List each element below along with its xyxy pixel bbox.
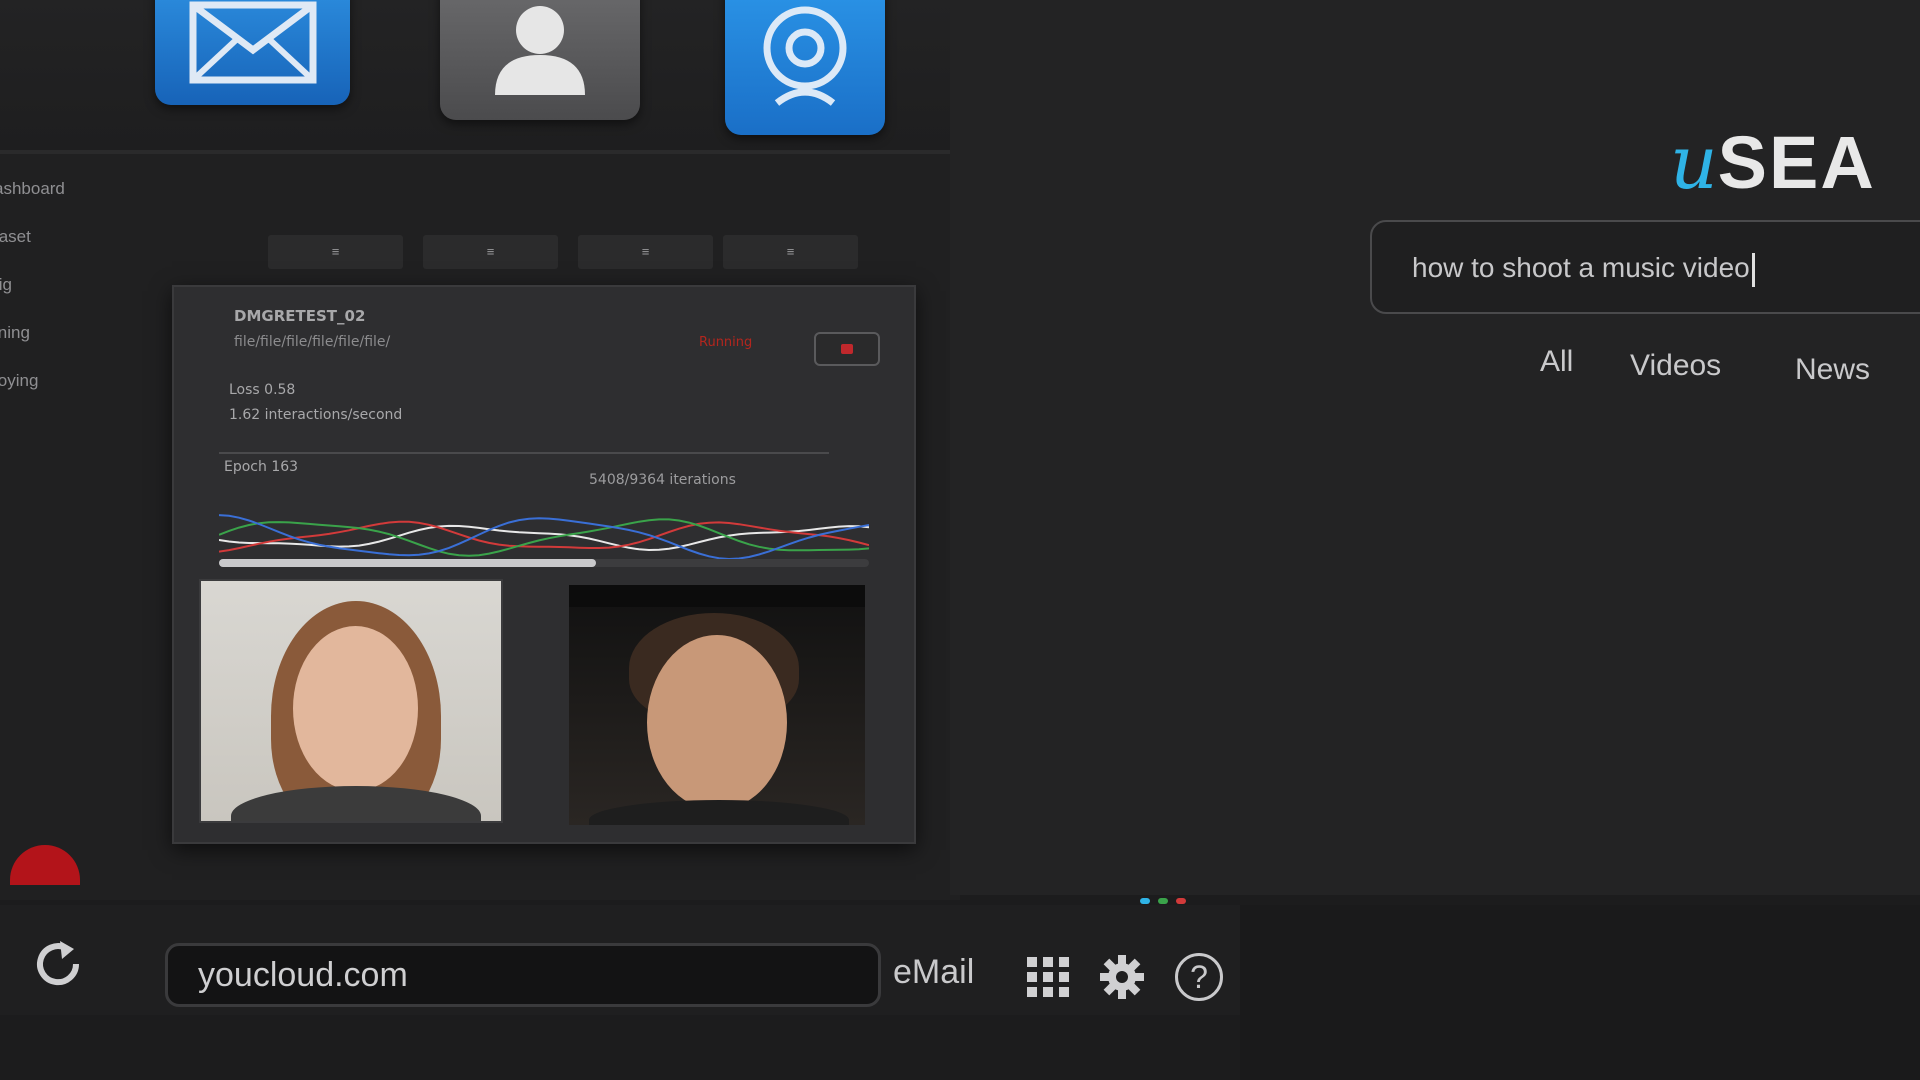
sidebar-item-dashboard[interactable]: ashboard — [0, 165, 110, 213]
indicator-dot-red — [1176, 898, 1186, 904]
person-shoulders — [231, 786, 481, 821]
epoch-value: Epoch 163 — [224, 459, 299, 475]
tab-videos[interactable]: Videos — [1630, 349, 1721, 383]
search-input[interactable]: how to shoot a music video — [1370, 220, 1920, 314]
sidebar-item-training[interactable]: ining — [0, 309, 110, 357]
run-name: DMGRETEST_02 — [234, 307, 366, 325]
toolbar-tab-1[interactable]: ≡ — [268, 235, 403, 269]
url-text: youcloud.com — [198, 956, 408, 994]
sidebar-item-config[interactable]: fig — [0, 261, 110, 309]
toolbar-tab-4[interactable]: ≡ — [723, 235, 858, 269]
stop-button[interactable] — [814, 332, 880, 366]
contacts-app-button[interactable] — [440, 0, 640, 120]
browser-bar: youcloud.com eMail ? — [0, 905, 1240, 1015]
rate-value: 1.62 interactions/second — [229, 407, 403, 423]
training-progress-fill — [219, 559, 596, 567]
iterations-value: 5408/9364 iterations — [589, 472, 736, 488]
training-panel: DMGRETEST_02 file/file/file/file/file/fi… — [172, 285, 916, 844]
training-curve-4 — [219, 514, 869, 561]
training-progress — [219, 559, 869, 567]
mail-app-button[interactable] — [155, 0, 350, 105]
search-query: how to shoot a music video — [1412, 252, 1755, 287]
search-logo: uSEA — [1670, 120, 1876, 206]
workspace: ashboard taset fig ining loying ≡ ≡ ≡ ≡ … — [0, 0, 960, 900]
training-curve-2 — [219, 520, 869, 553]
record-button[interactable] — [10, 845, 80, 885]
email-link[interactable]: eMail — [893, 953, 974, 992]
person-face — [293, 626, 418, 791]
text-caret — [1751, 252, 1755, 287]
video-letterbox — [569, 585, 865, 607]
gear-icon[interactable] — [1098, 953, 1146, 1001]
help-icon[interactable]: ? — [1175, 953, 1223, 1001]
indicator-dot-green — [1158, 898, 1168, 904]
toolbar-tab-3[interactable]: ≡ — [578, 235, 713, 269]
sidebar-item-deploying[interactable]: loying — [0, 357, 110, 405]
app-icon-shelf — [0, 0, 960, 154]
window-indicator-dots — [1140, 898, 1186, 904]
run-status: Running — [699, 335, 753, 350]
background-floor — [1240, 905, 1920, 1080]
sidebar-item-dataset[interactable]: taset — [0, 213, 110, 261]
person-face — [647, 635, 787, 810]
person-shoulders — [589, 800, 849, 825]
panel-toolbar: ≡ ≡ ≡ ≡ — [268, 235, 868, 275]
video-feed-2[interactable] — [569, 585, 865, 825]
run-path: file/file/file/file/file/file/ — [234, 334, 391, 350]
tab-news[interactable]: News — [1795, 353, 1870, 387]
refresh-icon[interactable] — [30, 939, 86, 989]
loss-value: Loss 0.58 — [229, 382, 296, 398]
sidebar: ashboard taset fig ining loying — [0, 165, 110, 405]
webcam-icon — [763, 6, 847, 106]
search-query-text: how to shoot a music video — [1412, 252, 1750, 283]
stop-icon — [841, 344, 853, 354]
indicator-dot-blue — [1140, 898, 1150, 904]
url-input[interactable]: youcloud.com — [165, 943, 881, 1007]
search-window: uSEA how to shoot a music video All Vide… — [950, 0, 1920, 895]
logo-mark: u — [1670, 120, 1718, 206]
logo-text: SEA — [1717, 121, 1876, 204]
camera-app-button[interactable] — [725, 0, 885, 135]
mail-icon — [189, 1, 316, 84]
toolbar-tab-2[interactable]: ≡ — [423, 235, 558, 269]
video-feed-1[interactable] — [199, 579, 503, 823]
apps-grid-icon[interactable] — [1025, 955, 1071, 999]
panel-divider — [219, 452, 829, 454]
tab-all[interactable]: All — [1540, 345, 1573, 379]
user-icon — [495, 6, 585, 95]
